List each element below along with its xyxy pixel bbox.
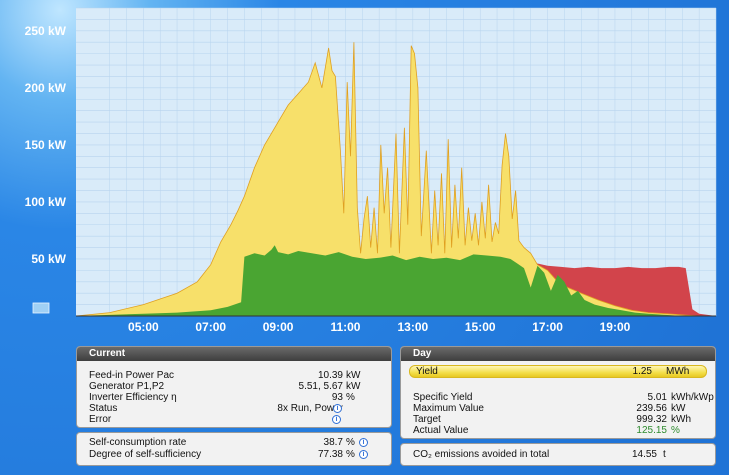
consumption-row-unit: % <box>346 437 355 448</box>
consumption-row-value: 38.7 <box>323 437 343 448</box>
x-tick-label: 07:00 <box>195 320 226 334</box>
current-panel: Current Feed-in Power Pac 10.39 kW Generato… <box>76 346 392 428</box>
day-panel: Day Yield 1.25 MWh Specific Yield 5.01 kWh… <box>400 346 716 439</box>
power-chart: 250 kW 200 kW 150 kW 100 kW 50 kW 05:00 07:00 0… <box>0 0 729 340</box>
weather-icon <box>32 302 50 314</box>
consumption-row: Degree of self-sufficiency 77.38% i <box>77 449 391 460</box>
yield-unit: MWh <box>666 366 690 377</box>
current-row-unit: % <box>346 392 355 403</box>
info-icon[interactable]: i <box>359 438 368 447</box>
current-row-value: 10.39 <box>317 370 343 381</box>
day-row-unit: kWh/kWp <box>671 392 714 403</box>
day-row: Actual Value 125.15% <box>401 425 715 436</box>
consumption-row-label: Degree of self-sufficiency <box>89 449 202 460</box>
co2-label: CO₂ emissions avoided in total <box>413 449 550 460</box>
current-row-label: Error <box>89 414 112 425</box>
current-row-label: Generator P1,P2 <box>89 381 165 392</box>
x-tick-label: 13:00 <box>397 320 428 334</box>
x-tick-label: 15:00 <box>465 320 496 334</box>
co2-panel: CO₂ emissions avoided in total 14.55 t <box>400 443 716 466</box>
day-row-label: Actual Value <box>413 425 469 436</box>
current-row-unit: kW <box>346 370 361 381</box>
x-tick-label: 17:00 <box>532 320 563 334</box>
day-panel-title: Day <box>401 347 715 361</box>
y-tick-label: 150 kW <box>25 138 67 152</box>
x-tick-label: 11:00 <box>330 320 360 334</box>
co2-value: 14.55 <box>631 449 657 460</box>
consumption-row: Self-consumption rate 38.7% i <box>77 437 391 448</box>
current-row-label: Feed-in Power Pac <box>89 370 175 381</box>
day-row-label: Maximum Value <box>413 403 484 414</box>
day-row-value: 5.01 <box>647 392 667 403</box>
y-tick-label: 200 kW <box>25 81 67 95</box>
x-tick-label: 09:00 <box>263 320 294 334</box>
day-row: Maximum Value 239.56 kW <box>401 403 715 414</box>
y-tick-label: 100 kW <box>25 195 67 209</box>
day-row-unit: kW <box>671 403 686 414</box>
current-row-value: 93 <box>331 392 343 403</box>
current-row: Error i <box>77 414 391 425</box>
power-chart-svg: 250 kW 200 kW 150 kW 100 kW 50 kW 05:00 07:00 0… <box>25 7 717 334</box>
current-row-value: 5.51, 5.67 <box>298 381 343 392</box>
consumption-row-value: 77.38 <box>317 449 343 460</box>
day-row: Target 999.32 kWh <box>401 414 715 425</box>
info-icon[interactable]: i <box>333 404 342 413</box>
day-row-label: Target <box>413 414 441 425</box>
day-row-unit: % <box>671 425 680 436</box>
co2-unit: t <box>663 449 666 460</box>
current-panel-title: Current <box>77 347 391 361</box>
y-tick-label: 50 kW <box>31 252 66 266</box>
current-row-label: Inverter Efficiency η <box>89 392 177 403</box>
y-tick-label: 250 kW <box>25 24 67 38</box>
current-row: Status 8x Run, Power i <box>77 403 391 414</box>
consumption-panel: Self-consumption rate 38.7% i Degree of sel… <box>76 432 392 466</box>
current-row: Generator P1,P2 5.51, 5.67 kW <box>77 381 391 392</box>
yield-value: 1.25 <box>632 366 652 377</box>
current-row-unit: kW <box>346 381 361 392</box>
info-icon[interactable]: i <box>332 415 341 424</box>
x-tick-label: 19:00 <box>600 320 631 334</box>
consumption-row-label: Self-consumption rate <box>89 437 187 448</box>
day-row-unit: kWh <box>671 414 691 425</box>
current-row-label: Status <box>89 403 118 414</box>
day-row-label: Specific Yield <box>413 392 473 403</box>
yield-bar: Yield 1.25 MWh <box>409 365 707 378</box>
day-row: Specific Yield 5.01 kWh/kWp <box>401 392 715 403</box>
day-row-value: 125.15 <box>636 425 667 436</box>
current-row: Inverter Efficiency η 93% <box>77 392 391 403</box>
yield-label: Yield <box>416 366 438 377</box>
day-row-value: 239.56 <box>636 403 667 414</box>
current-row: Feed-in Power Pac 10.39 kW <box>77 370 391 381</box>
info-icon[interactable]: i <box>359 450 368 459</box>
x-tick-label: 05:00 <box>128 320 159 334</box>
consumption-row-unit: % <box>346 449 355 460</box>
day-row-value: 999.32 <box>636 414 667 425</box>
